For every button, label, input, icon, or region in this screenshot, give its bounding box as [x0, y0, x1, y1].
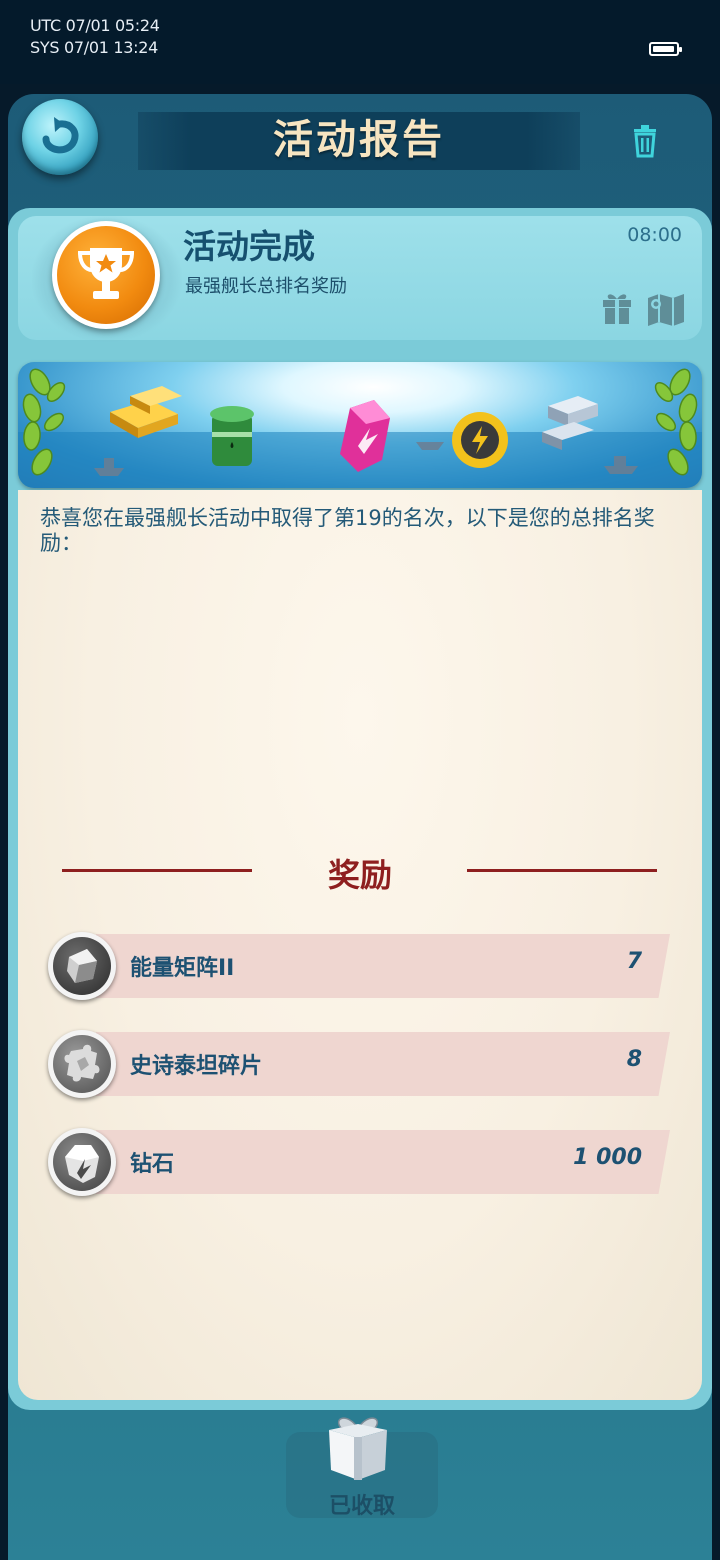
event-banner [18, 362, 702, 488]
battery-icon [649, 42, 682, 56]
diamond-icon [48, 1128, 116, 1196]
reward-name: 钻石 [130, 1152, 175, 1177]
status-bar: UTC 07/01 05:24 SYS 07/01 13:24 [0, 0, 720, 84]
divider-right [467, 869, 657, 872]
gift-icon [603, 294, 631, 324]
utc-time: UTC 07/01 05:24 [30, 16, 160, 35]
gift-box-icon [329, 1417, 387, 1480]
reward-row: 能量矩阵II 7 [48, 932, 670, 1000]
divider-left [62, 869, 252, 872]
event-title: 活动完成 [183, 227, 315, 266]
rewards-heading: 奖励 [327, 856, 392, 894]
trophy-badge [52, 221, 160, 329]
titan-shard-icon [48, 1030, 116, 1098]
return-arrow-icon [42, 117, 79, 154]
reward-quantity: 8 [626, 1047, 642, 1072]
system-time: SYS 07/01 13:24 [30, 38, 158, 57]
energy-matrix-icon [48, 932, 116, 1000]
energy-token-icon [452, 412, 508, 468]
event-time: 08:00 [627, 224, 682, 246]
delete-button[interactable] [626, 122, 664, 160]
event-subtitle: 最强舰长总排名奖励 [185, 276, 347, 297]
collected-label: 已收取 [328, 1494, 395, 1519]
map-icon [648, 294, 684, 326]
gold-bars-icon [110, 386, 182, 438]
reward-name: 史诗泰坦碎片 [130, 1054, 263, 1079]
reward-name: 能量矩阵II [130, 956, 235, 981]
back-button[interactable] [22, 99, 98, 175]
reward-quantity: 1 000 [573, 1145, 642, 1170]
page-title: 活动报告 [273, 117, 445, 163]
congrats-message: 恭喜您在最强舰长活动中取得了第19的名次，以下是您的总排名奖励： [40, 506, 655, 555]
reward-row: 史诗泰坦碎片 8 [48, 1030, 670, 1098]
fuel-barrel-icon [210, 406, 254, 466]
reward-quantity: 7 [626, 949, 642, 974]
trash-icon [634, 125, 656, 158]
trophy-icon [77, 248, 135, 299]
banner-illustration [18, 368, 702, 488]
reward-row: 钻石 1 000 [48, 1128, 670, 1196]
